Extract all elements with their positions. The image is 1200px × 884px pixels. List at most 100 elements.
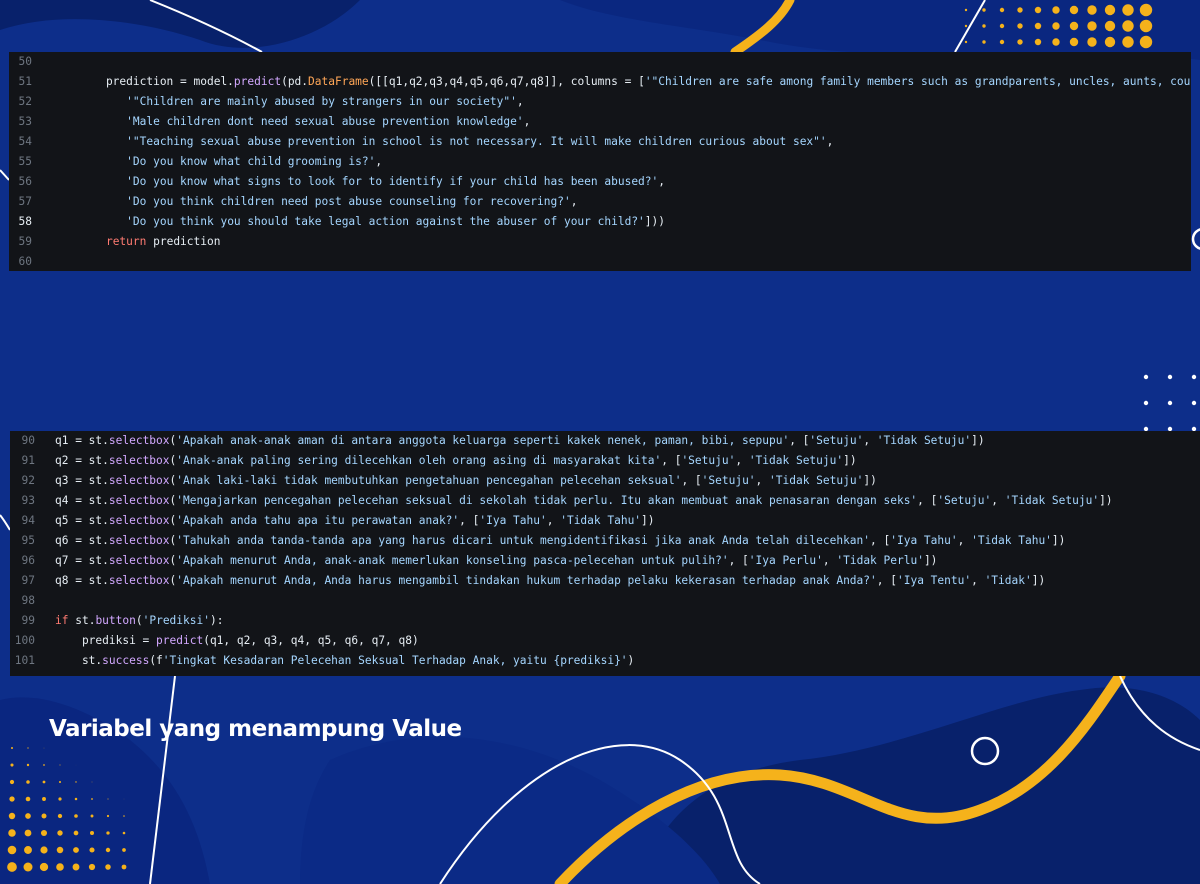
- code-line: 50: [9, 52, 1191, 72]
- code-text: q4 = st.selectbox('Mengajarkan pencegaha…: [55, 494, 1113, 507]
- code-text: q3 = st.selectbox('Anak laki-laki tidak …: [55, 474, 877, 487]
- dot: [43, 747, 45, 749]
- dot: [999, 39, 1005, 45]
- line-number: 58: [18, 215, 32, 228]
- dot: [1139, 35, 1153, 49]
- dot: [11, 747, 13, 749]
- line-number: 98: [21, 594, 35, 607]
- dot: [1069, 37, 1079, 47]
- dot: [75, 781, 77, 783]
- code-text: q6 = st.selectbox('Tahukah anda tanda-ta…: [55, 534, 1066, 547]
- dot: [982, 24, 986, 28]
- dot: [58, 797, 62, 801]
- dot: [10, 763, 14, 767]
- code-text: q8 = st.selectbox('Apakah menurut Anda, …: [55, 574, 1046, 587]
- dot: [1069, 5, 1079, 15]
- line-number: 91: [21, 454, 35, 467]
- dot: [1017, 7, 1023, 13]
- dot: [1167, 400, 1173, 406]
- dot: [1167, 374, 1173, 380]
- code-text: q1 = st.selectbox('Apakah anak-anak aman…: [55, 434, 985, 447]
- code-line: 91 q2 = st.selectbox('Anak-anak paling se…: [10, 451, 1200, 471]
- code-line: 92 q3 = st.selectbox('Anak laki-laki tida…: [10, 471, 1200, 491]
- dot: [8, 829, 16, 837]
- dot: [26, 763, 30, 767]
- dot: [1052, 22, 1060, 30]
- dot: [121, 864, 127, 870]
- line-number: 51: [18, 75, 32, 88]
- dot: [122, 831, 126, 835]
- code-text: if st.button('Prediksi'):: [55, 614, 224, 627]
- bg-blob-top: [560, 0, 1200, 60]
- code-text: 'Do you think children need post abuse c…: [126, 195, 578, 208]
- dot: [964, 24, 968, 28]
- dot: [56, 863, 64, 871]
- dot: [1143, 374, 1149, 380]
- code-text: q7 = st.selectbox('Apakah menurut Anda, …: [55, 554, 938, 567]
- code-line: 93 q4 = st.selectbox('Mengajarkan pencega…: [10, 491, 1200, 511]
- dot: [90, 814, 94, 818]
- dot: [42, 780, 46, 784]
- dot: [89, 847, 95, 853]
- code-text: 'Male children dont need sexual abuse pr…: [126, 115, 531, 128]
- dot: [1104, 36, 1116, 48]
- code-line: 53 'Male children dont need sexual abuse…: [9, 112, 1191, 132]
- line-number: 90: [21, 434, 35, 447]
- code-line: 90 q1 = st.selectbox('Apakah anak-anak am…: [10, 431, 1200, 451]
- code-line: 52 '"Children are mainly abused by stran…: [9, 92, 1191, 112]
- code-line: 55 'Do you know what child grooming is?'…: [9, 152, 1191, 172]
- dot: [107, 798, 109, 800]
- dot: [1104, 4, 1116, 16]
- code-panel-predict-function: 50 51 prediction = model.predict(pd.DataF…: [9, 52, 1191, 271]
- dot: [41, 813, 47, 819]
- code-line: 58 'Do you think you should take legal a…: [9, 212, 1191, 232]
- dot: [999, 23, 1005, 29]
- dot: [1034, 38, 1042, 46]
- code-line: 57 'Do you think children need post abus…: [9, 192, 1191, 212]
- line-number: 60: [18, 255, 32, 268]
- dot: [1052, 38, 1060, 46]
- line-number: 100: [14, 634, 35, 647]
- dot: [1191, 374, 1197, 380]
- line-number: 94: [21, 514, 35, 527]
- line-number: 92: [21, 474, 35, 487]
- code-line: 51 prediction = model.predict(pd.DataFra…: [9, 72, 1191, 92]
- code-text: st.success(f'Tingkat Kesadaran Pelecehan…: [55, 654, 635, 667]
- code-text: '"Teaching sexual abuse prevention in sc…: [126, 135, 834, 148]
- dot: [24, 829, 32, 837]
- code-text: prediction = model.predict(pd.DataFrame(…: [79, 75, 1191, 88]
- code-text: return prediction: [105, 235, 221, 248]
- bg-blob-bottom-right: [640, 687, 1200, 884]
- dot: [106, 814, 110, 818]
- dot: [1122, 4, 1134, 16]
- line-number: 55: [18, 155, 32, 168]
- dot: [91, 798, 93, 800]
- dot: [56, 846, 64, 854]
- dot: [26, 780, 30, 784]
- line-number: 52: [18, 95, 32, 108]
- dot: [1122, 20, 1134, 32]
- line-number: 53: [18, 115, 32, 128]
- code-line: 60: [9, 252, 1191, 271]
- code-text: 'Do you know what child grooming is?',: [126, 155, 383, 168]
- dot: [1069, 21, 1079, 31]
- dot: [9, 779, 15, 785]
- line-number: 56: [18, 175, 32, 188]
- dot: [1104, 20, 1116, 32]
- dot: [73, 830, 79, 836]
- dot: [122, 848, 126, 852]
- code-text: prediksi = predict(q1, q2, q3, q4, q5, q…: [55, 634, 419, 647]
- line-number: 97: [21, 574, 35, 587]
- code-lines: 90 q1 = st.selectbox('Apakah anak-anak am…: [10, 431, 1200, 671]
- dot: [74, 797, 78, 801]
- dot: [42, 797, 46, 801]
- dot: [999, 7, 1005, 13]
- caption-title: Variabel yang menampung Value: [49, 716, 462, 742]
- line-number: 101: [14, 654, 35, 667]
- dot: [1143, 400, 1149, 406]
- dot: [25, 813, 31, 819]
- dot: [9, 796, 15, 802]
- code-panel-streamlit-inputs: 90 q1 = st.selectbox('Apakah anak-anak am…: [10, 431, 1200, 676]
- dot: [57, 813, 63, 819]
- white-line-left: [0, 169, 10, 181]
